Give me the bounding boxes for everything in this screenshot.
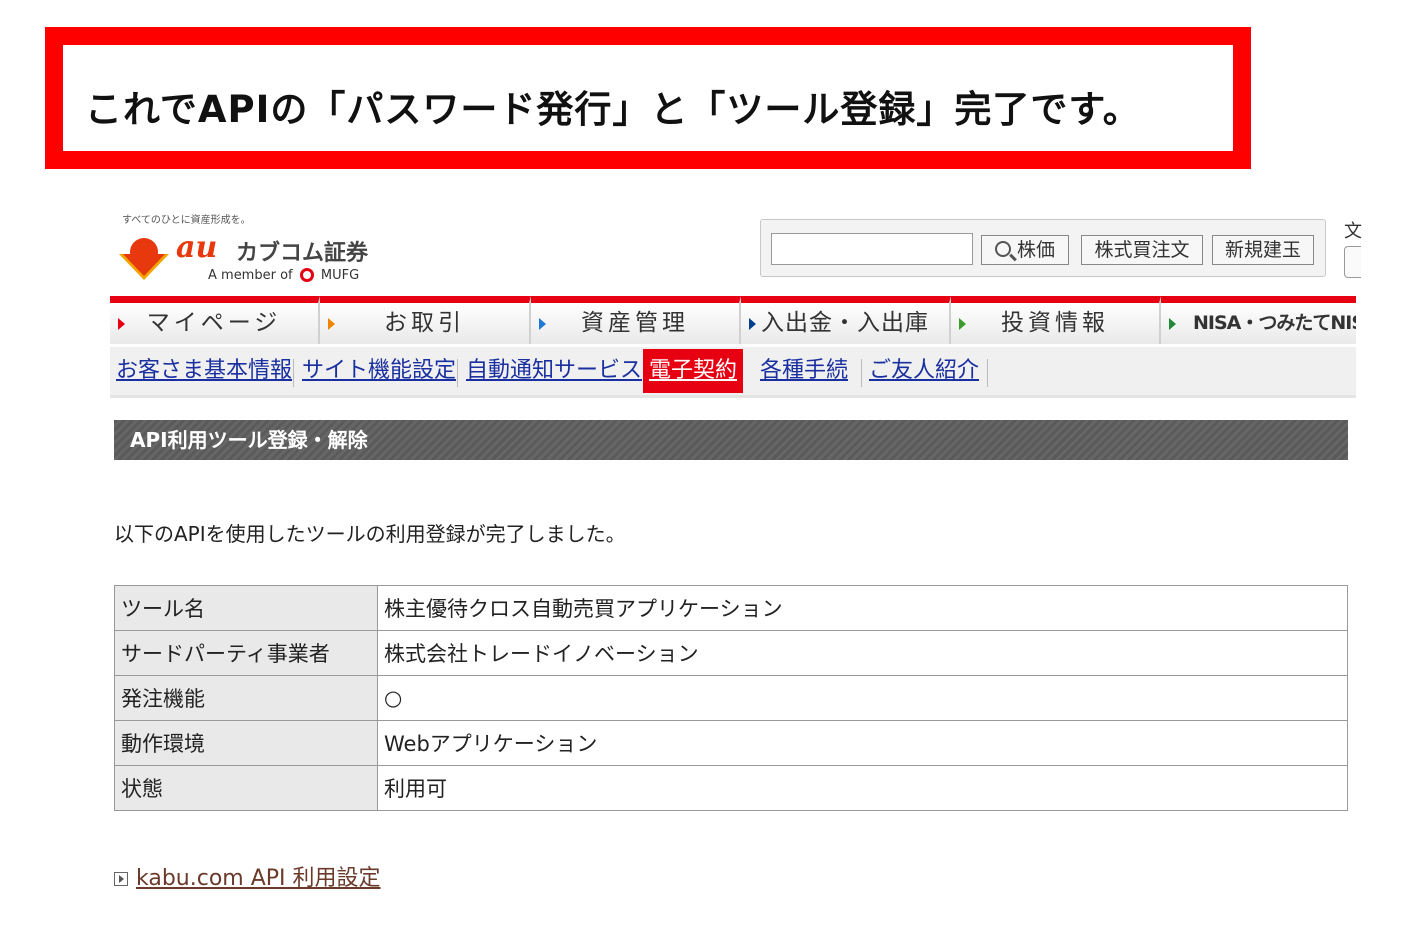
tab-trade[interactable]: お取引 [320, 296, 531, 344]
subnav-divider [457, 359, 458, 387]
arrow-right-icon [1169, 318, 1176, 330]
subnav-site-settings[interactable]: サイト機能設定 [302, 353, 456, 391]
subnav-customer-info[interactable]: お客さま基本情報 [116, 353, 292, 391]
row-value: Webアプリケーション [377, 720, 1348, 766]
member-of-mufg: A member of MUFG [208, 268, 359, 283]
row-key: 発注機能 [114, 675, 378, 721]
stock-order-button[interactable]: 株式買注文 [1081, 235, 1203, 265]
site-tagline: すべてのひとに資産形成を。 [122, 215, 251, 226]
row-value: ○ [377, 675, 1348, 721]
api-settings-link-row: kabu.com API 利用設定 [114, 860, 381, 892]
logo-company-name[interactable]: カブコム証券 [236, 235, 368, 267]
sub-nav: お客さま基本情報 サイト機能設定 自動通知サービス 電子契約 各種手続 ご友人紹… [110, 347, 1356, 398]
tab-label: NISA・つみたてNISA [1193, 312, 1356, 334]
banner-text: これでAPIの「パスワード発行」と「ツール登録」完了です。 [85, 88, 1141, 131]
tab-label: 投資情報 [1001, 310, 1109, 336]
header-cut-off-button[interactable] [1344, 246, 1361, 278]
row-key: ツール名 [114, 585, 378, 631]
section-title: API利用ツール登録・解除 [114, 420, 1348, 460]
tab-label: 入出金・入出庫 [761, 310, 929, 336]
tab-asset-management[interactable]: 資産管理 [531, 296, 741, 344]
tool-info-table: ツール名 株主優待クロス自動売買アプリケーション サードパーティ事業者 株式会社… [114, 585, 1348, 811]
tab-investment-info[interactable]: 投資情報 [951, 296, 1161, 344]
row-key: サードパーティ事業者 [114, 630, 378, 676]
table-row: 状態 利用可 [114, 765, 1348, 811]
subnav-e-contract[interactable]: 電子契約 [643, 349, 744, 393]
subnav-divider [293, 359, 294, 387]
tab-mypage[interactable]: マイページ [110, 296, 320, 344]
subnav-divider [987, 359, 988, 387]
stock-search-input[interactable] [771, 233, 973, 265]
table-row: 発注機能 ○ [114, 675, 1348, 721]
main-nav: マイページ お取引 資産管理 入出金・入出庫 投資情報 NISA・つみたてNIS… [110, 296, 1356, 344]
tab-deposit-withdrawal[interactable]: 入出金・入出庫 [741, 296, 951, 344]
row-value: 利用可 [377, 765, 1348, 811]
member-brand: MUFG [320, 268, 360, 283]
search-icon [994, 241, 1011, 257]
stock-price-button[interactable]: 株価 [981, 235, 1069, 265]
subnav-procedures[interactable]: 各種手続 [760, 353, 848, 391]
table-row: ツール名 株主優待クロス自動売買アプリケーション [114, 585, 1348, 631]
mufg-logo-icon [299, 268, 314, 282]
tab-label: お取引 [384, 310, 465, 336]
completion-message: 以下のAPIを使用したツールの利用登録が完了しました。 [114, 522, 626, 546]
tab-label: マイページ [146, 310, 282, 336]
link-arrow-icon [114, 872, 128, 886]
table-row: 動作環境 Webアプリケーション [114, 720, 1348, 766]
row-value: 株主優待クロス自動売買アプリケーション [377, 585, 1348, 631]
table-row: サードパーティ事業者 株式会社トレードイノベーション [114, 630, 1348, 676]
quick-search-panel: 株価 株式買注文 新規建玉 [760, 219, 1326, 277]
logo-icon [119, 238, 169, 280]
member-prefix: A member of [208, 268, 293, 283]
subnav-divider [861, 359, 862, 387]
tab-nisa[interactable]: NISA・つみたてNISA [1161, 296, 1356, 344]
subnav-friend-referral[interactable]: ご友人紹介 [869, 353, 979, 391]
row-key: 動作環境 [114, 720, 378, 766]
new-position-button[interactable]: 新規建玉 [1212, 235, 1314, 265]
instruction-banner: これでAPIの「パスワード発行」と「ツール登録」完了です。 [45, 27, 1251, 169]
stock-price-label: 株価 [1016, 239, 1055, 261]
logo-au[interactable]: au [176, 230, 217, 265]
row-key: 状態 [114, 765, 378, 811]
header-cut-off-text: 文 [1344, 221, 1362, 242]
row-value: 株式会社トレードイノベーション [377, 630, 1348, 676]
tab-label: 資産管理 [581, 310, 689, 336]
api-settings-link[interactable]: kabu.com API 利用設定 [136, 866, 381, 891]
subnav-auto-notification[interactable]: 自動通知サービス [466, 353, 642, 391]
